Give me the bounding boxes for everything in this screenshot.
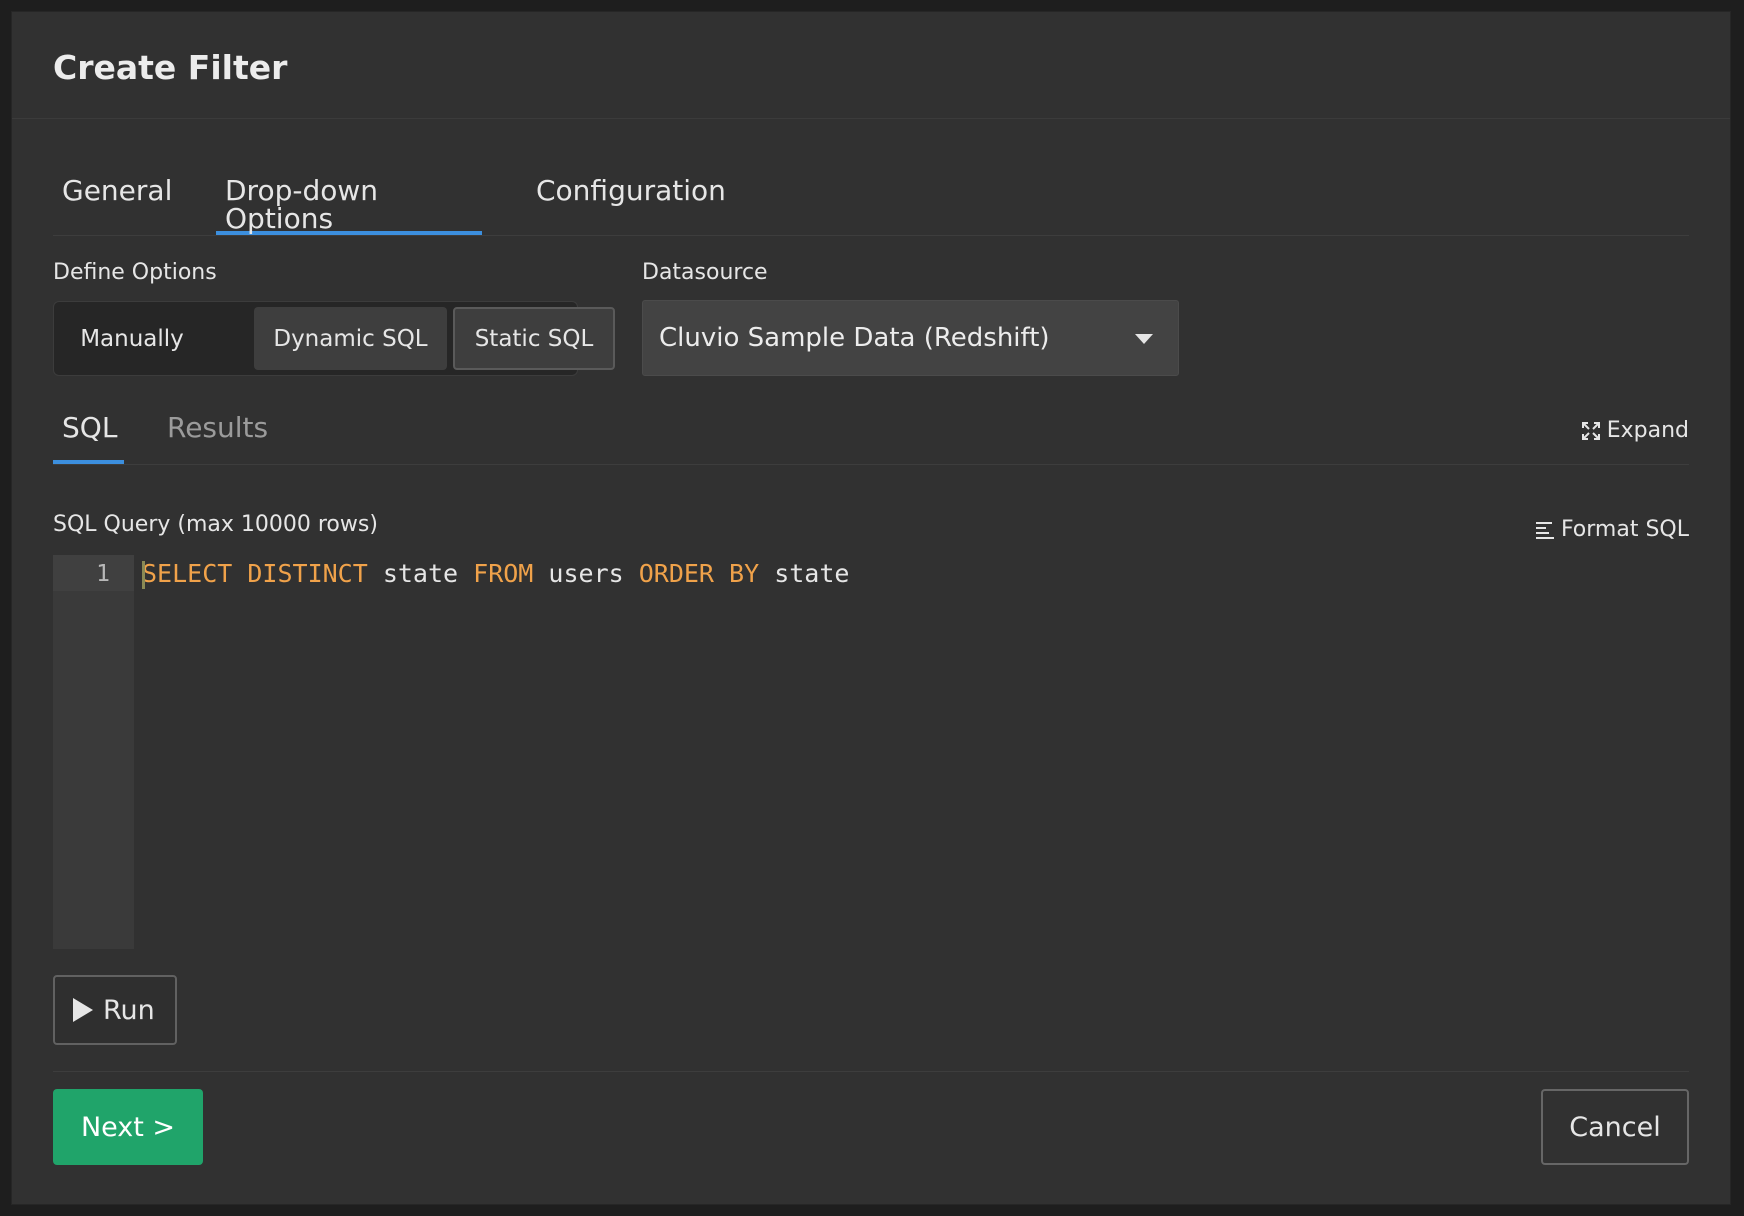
sql-identifier: state (367, 559, 474, 588)
sql-keyword: ORDER BY (638, 559, 760, 588)
tab-configuration[interactable]: Configuration (527, 119, 726, 235)
sql-keyword: FROM (473, 559, 534, 588)
tab-sql[interactable]: SQL (53, 376, 124, 464)
datasource-select[interactable]: Cluvio Sample Data (Redshift) (642, 300, 1179, 376)
dialog-title: Create Filter (53, 48, 288, 87)
sql-tabs: SQL Results (53, 376, 1689, 465)
define-options-label: Define Options (53, 260, 217, 285)
main-tabs: General Drop-down Options Configuration (53, 119, 1689, 236)
option-manually[interactable]: Manually (59, 307, 205, 370)
sql-editor[interactable]: 1 SELECT DISTINCT state FROM users ORDER… (53, 555, 1693, 949)
caret-down-icon (1135, 334, 1153, 344)
sql-query-label: SQL Query (max 10000 rows) (53, 512, 378, 537)
create-filter-dialog: Create Filter General Drop-down Options … (11, 11, 1731, 1205)
expand-label: Expand (1606, 418, 1689, 443)
option-dynamic-sql[interactable]: Dynamic SQL (254, 307, 447, 370)
editor-gutter: 1 (53, 555, 134, 949)
tab-general[interactable]: General (53, 119, 172, 235)
format-sql-label: Format SQL (1560, 517, 1689, 542)
code-line: SELECT DISTINCT state FROM users ORDER B… (142, 559, 849, 588)
dialog-header: Create Filter (12, 12, 1730, 119)
datasource-label: Datasource (642, 260, 768, 285)
sql-identifier: state (759, 559, 850, 588)
sql-keyword: SELECT DISTINCT (142, 559, 368, 588)
next-button[interactable]: Next > (53, 1089, 203, 1165)
define-options-segmented-control: Manually Dynamic SQL Static SQL (53, 301, 615, 376)
run-button[interactable]: Run (53, 975, 177, 1045)
text-cursor (142, 561, 145, 589)
format-sql-button[interactable]: Format SQL (1535, 517, 1689, 542)
expand-button[interactable]: Expand (1581, 418, 1689, 443)
footer-divider (53, 1071, 1689, 1072)
expand-icon (1581, 421, 1600, 440)
tab-drop-down-options[interactable]: Drop-down Options (216, 119, 482, 235)
active-line-gutter (53, 555, 134, 591)
datasource-value: Cluvio Sample Data (Redshift) (659, 323, 1050, 353)
play-icon (73, 998, 93, 1022)
align-left-icon (1535, 521, 1554, 539)
option-static-sql[interactable]: Static SQL (453, 307, 615, 370)
sql-identifier: users (533, 559, 639, 588)
line-number: 1 (96, 561, 110, 587)
cancel-button[interactable]: Cancel (1541, 1089, 1689, 1165)
run-label: Run (103, 994, 155, 1026)
tab-results[interactable]: Results (158, 376, 268, 464)
